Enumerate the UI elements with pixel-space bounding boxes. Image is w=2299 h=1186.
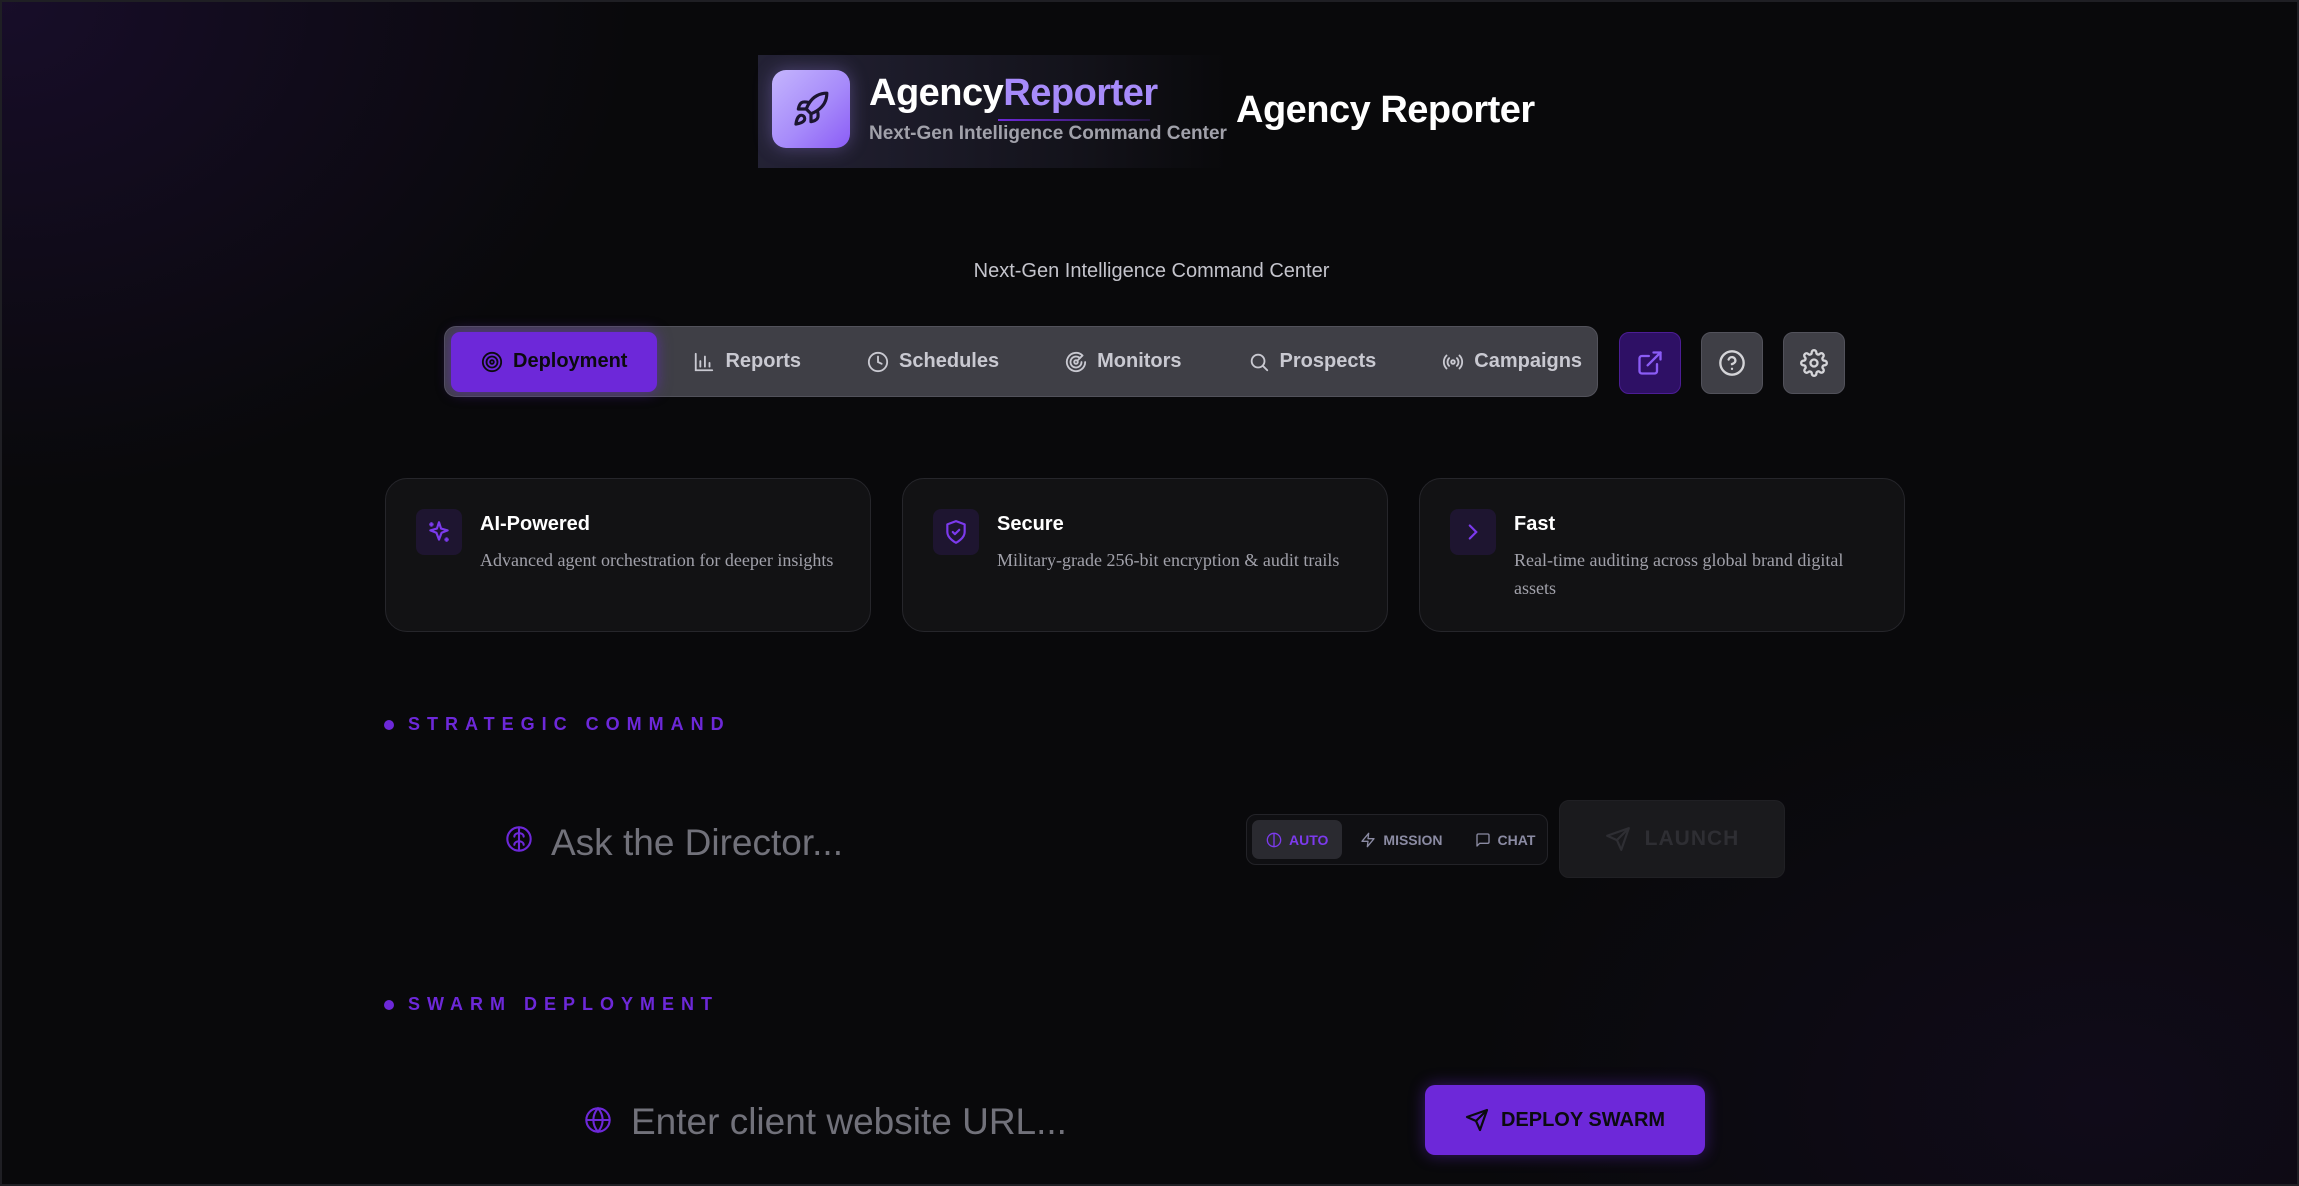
- section-dot: [384, 719, 394, 730]
- director-prompt-input[interactable]: [551, 817, 1201, 869]
- brand-tagline: Next-Gen Intelligence Command Center: [869, 123, 1227, 144]
- settings-button[interactable]: [1783, 332, 1845, 394]
- tab-deployment[interactable]: Deployment: [451, 331, 658, 392]
- feature-title: AI-Powered: [480, 513, 591, 535]
- radar-icon: [1065, 351, 1087, 373]
- feature-card-fast: Fast Real-time auditing across global br…: [1419, 478, 1905, 632]
- external-link-icon: [1636, 349, 1664, 377]
- tab-reports[interactable]: Reports: [663, 332, 831, 392]
- bar-chart-icon: [693, 351, 715, 373]
- feature-description: Real-time auditing across global brand d…: [1514, 550, 1844, 598]
- send-icon: [1605, 826, 1631, 852]
- tab-prospects-label: Prospects: [1279, 350, 1377, 372]
- send-icon: [1465, 1108, 1489, 1132]
- mode-chat-label: CHAT: [1497, 831, 1536, 848]
- deploy-swarm-button[interactable]: DEPLOY SWARM: [1425, 1085, 1705, 1155]
- gear-icon: [1800, 349, 1828, 377]
- brain-icon: [1266, 832, 1282, 848]
- launch-button[interactable]: LAUNCH: [1559, 800, 1785, 878]
- tab-reports-label: Reports: [725, 350, 802, 372]
- clock-icon: [867, 351, 889, 373]
- feature-description: Advanced agent orchestration for deeper …: [480, 550, 834, 570]
- chevron-right-icon: [1450, 509, 1496, 555]
- mode-mission-button[interactable]: MISSION: [1346, 820, 1456, 859]
- mode-chat-button[interactable]: CHAT: [1461, 820, 1550, 859]
- page-title: Agency Reporter: [1236, 89, 1535, 131]
- feature-title: Fast: [1514, 513, 1556, 535]
- brain-icon: [505, 825, 533, 853]
- tab-prospects[interactable]: Prospects: [1218, 332, 1407, 392]
- chat-icon: [1475, 832, 1491, 848]
- section-label-text: SWARM DEPLOYMENT: [408, 994, 720, 1014]
- feature-card-secure: Secure Military-grade 256-bit encryption…: [902, 478, 1388, 632]
- shield-icon: [933, 509, 979, 555]
- external-link-button[interactable]: [1619, 332, 1681, 394]
- brand-underline: [998, 119, 1150, 121]
- brand-name: AgencyReporter: [869, 74, 1158, 112]
- section-label-strategic: STRATEGIC COMMAND: [384, 714, 731, 735]
- feature-title: Secure: [997, 513, 1064, 535]
- globe-icon: [584, 1106, 612, 1134]
- brand-name-primary: Agency: [869, 72, 1004, 114]
- lightning-icon: [1360, 832, 1376, 848]
- tab-campaigns-label: Campaigns: [1474, 350, 1583, 372]
- mode-auto-label: AUTO: [1289, 831, 1329, 848]
- sparkles-icon: [416, 509, 462, 555]
- tab-schedules[interactable]: Schedules: [837, 332, 1029, 392]
- tab-campaigns[interactable]: Campaigns: [1412, 332, 1612, 392]
- section-dot: [384, 999, 394, 1010]
- mode-auto-button[interactable]: AUTO: [1252, 820, 1343, 859]
- help-button[interactable]: [1701, 332, 1763, 394]
- page-subtitle: Next-Gen Intelligence Command Center: [973, 260, 1330, 282]
- mode-selector: AUTO MISSION CHAT: [1246, 814, 1548, 865]
- tab-schedules-label: Schedules: [899, 350, 1000, 372]
- help-icon: [1718, 349, 1746, 377]
- target-icon: [481, 351, 503, 373]
- tab-monitors-label: Monitors: [1097, 350, 1182, 372]
- section-label-swarm: SWARM DEPLOYMENT: [384, 994, 719, 1015]
- main-nav: Deployment Reports Schedules Monitors Pr…: [444, 326, 1598, 397]
- feature-card-ai-powered: AI-Powered Advanced agent orchestration …: [385, 478, 871, 632]
- feature-description: Military-grade 256-bit encryption & audi…: [997, 550, 1340, 570]
- tab-deployment-label: Deployment: [513, 350, 628, 372]
- rocket-icon[interactable]: [772, 70, 850, 148]
- client-url-input[interactable]: [631, 1096, 1391, 1148]
- broadcast-icon: [1442, 351, 1464, 373]
- mode-mission-label: MISSION: [1383, 831, 1443, 848]
- section-label-text: STRATEGIC COMMAND: [408, 714, 731, 734]
- brand-name-accent: Reporter: [1003, 72, 1158, 114]
- deploy-swarm-label: DEPLOY SWARM: [1500, 1108, 1666, 1131]
- launch-label: LAUNCH: [1644, 827, 1740, 850]
- tab-monitors[interactable]: Monitors: [1035, 332, 1211, 392]
- search-icon: [1248, 351, 1270, 373]
